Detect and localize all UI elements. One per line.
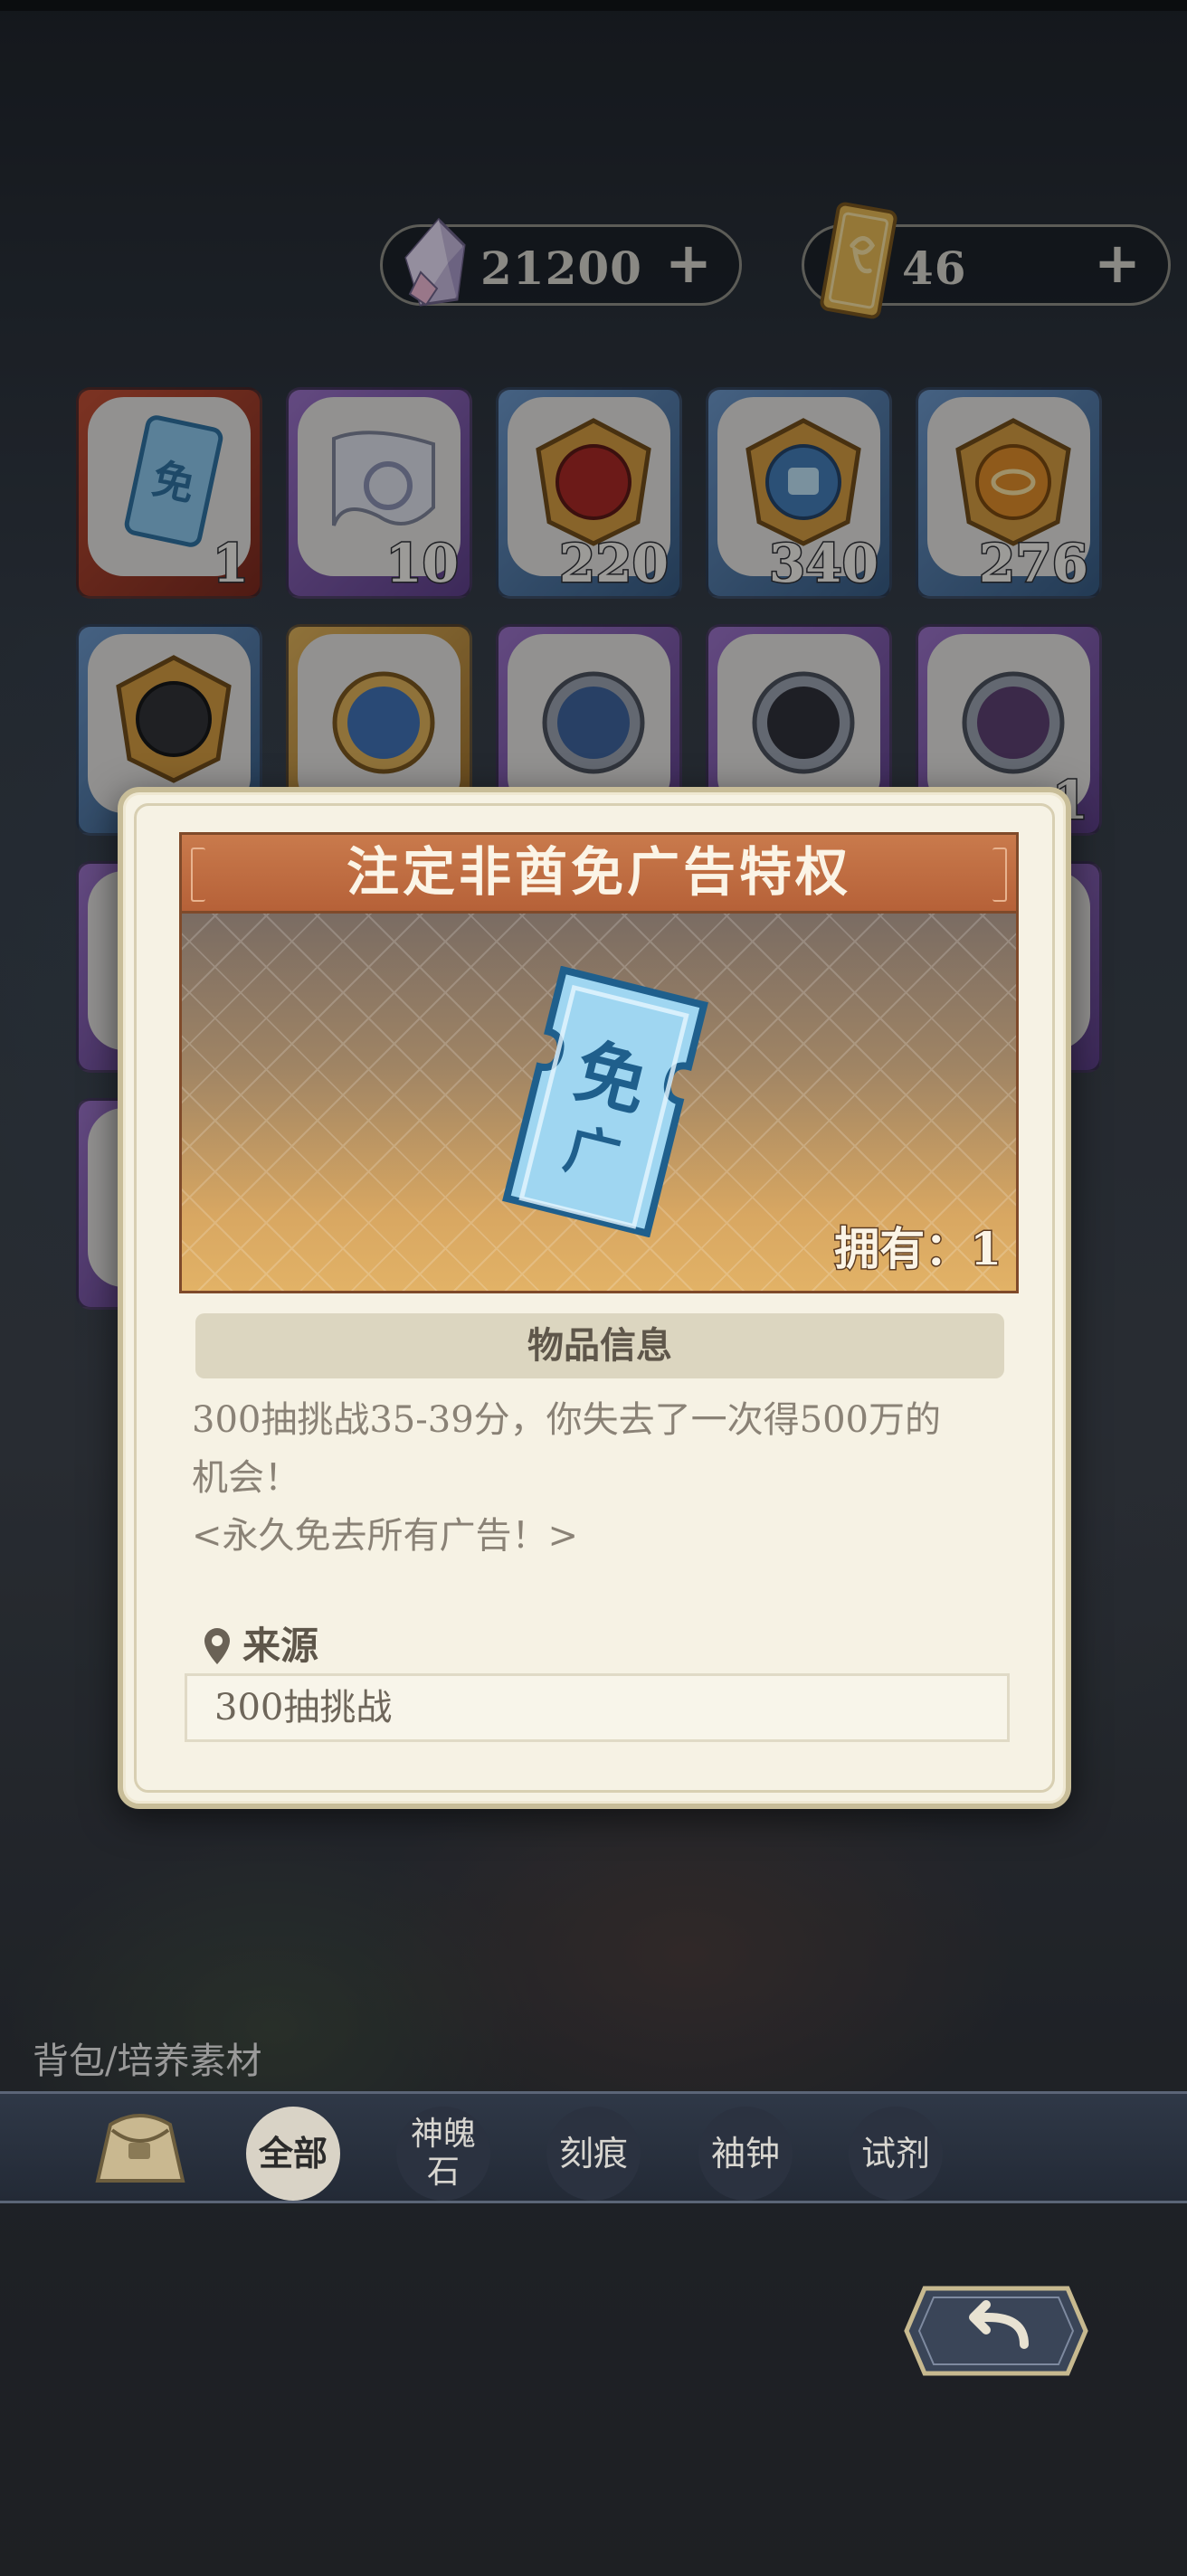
tab-soul-stone[interactable]: 神魄石	[396, 2107, 490, 2201]
source-entry[interactable]: 300抽挑战	[185, 1673, 1010, 1742]
item-preview: 免 广 拥有：1	[179, 914, 1019, 1293]
tab-notch[interactable]: 刻痕	[546, 2107, 641, 2201]
tab-pocket-watch[interactable]: 袖钟	[698, 2107, 793, 2201]
backpack-icon	[95, 2114, 185, 2183]
source-label-text: 来源	[242, 1624, 319, 1668]
ad-free-ticket-icon: 免 广	[502, 966, 708, 1237]
location-pin-icon	[204, 1628, 230, 1664]
tab-all[interactable]: 全部	[246, 2107, 340, 2201]
item-info-header: 物品信息	[195, 1313, 1004, 1378]
description-line: <永久免去所有广告！>	[192, 1515, 579, 1557]
description-line: 300抽挑战35-39分，你失去了一次得500万的	[192, 1399, 942, 1441]
back-button[interactable]	[903, 2285, 1089, 2377]
item-detail-dialog: 注定非酋免广告特权 免 广 拥有：1 物品信息 300抽挑战35-39分，你失去…	[118, 787, 1071, 1809]
description-line: 机会！	[192, 1457, 300, 1499]
item-title: 注定非酋免广告特权	[179, 832, 1019, 914]
category-tab-bar: 全部 神魄石 刻痕 袖钟 试剂	[0, 2091, 1187, 2203]
source-label: 来源	[201, 1617, 318, 1675]
tab-reagent[interactable]: 试剂	[849, 2107, 943, 2201]
item-description: 300抽挑战35-39分，你失去了一次得500万的 机会！ <永久免去所有广告！…	[192, 1391, 1006, 1565]
breadcrumb: 背包/培养素材	[33, 2041, 262, 2082]
owned-count: 拥有：1	[833, 1221, 1003, 1277]
